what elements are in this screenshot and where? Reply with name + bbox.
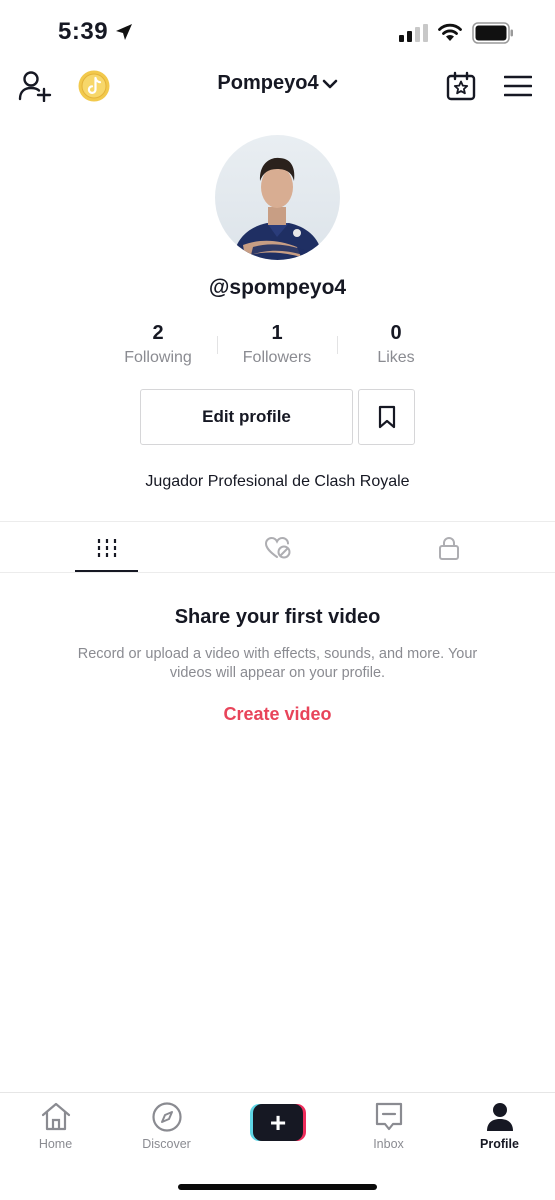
likes-count: 0 <box>390 322 402 344</box>
status-time: 5:39 <box>58 18 109 45</box>
favorites-button[interactable] <box>358 389 415 445</box>
nav-inbox[interactable]: Inbox <box>333 1101 444 1151</box>
nav-discover[interactable]: Discover <box>111 1101 222 1151</box>
followers-label: Followers <box>242 349 312 366</box>
following-count: 2 <box>152 322 164 344</box>
avatar[interactable] <box>215 135 340 260</box>
tab-videos[interactable] <box>14 522 199 573</box>
username-label: Pompeyo4 <box>217 72 319 94</box>
edit-profile-button[interactable]: Edit profile <box>140 389 353 445</box>
nav-profile-label: Profile <box>480 1137 519 1151</box>
nav-home-label: Home <box>38 1137 73 1151</box>
videos-grid-icon <box>97 538 116 557</box>
followers-stat[interactable]: 1 Followers <box>217 322 337 367</box>
empty-state-title: Share your first video <box>174 606 381 628</box>
nav-profile[interactable]: Profile <box>444 1101 555 1151</box>
compass-icon <box>151 1102 182 1132</box>
empty-state-description: Record or upload a video with effects, s… <box>77 646 478 681</box>
likes-label: Likes <box>377 349 415 366</box>
profile-bio: Jugador Profesional de Clash Royale <box>145 473 410 490</box>
content-tabs <box>0 521 555 573</box>
nav-inbox-label: Inbox <box>373 1137 404 1151</box>
calendar-star-icon[interactable] <box>445 70 477 102</box>
following-stat[interactable]: 2 Following <box>98 322 218 367</box>
top-nav: Pompeyo4 <box>0 62 555 112</box>
menu-icon[interactable] <box>504 74 532 98</box>
cellular-signal-icon <box>399 24 428 42</box>
likes-stat[interactable]: 0 Likes <box>336 322 456 367</box>
following-label: Following <box>124 349 192 366</box>
status-bar: 5:39 <box>0 0 555 62</box>
tab-private[interactable] <box>356 522 541 573</box>
nav-home[interactable]: Home <box>0 1101 111 1151</box>
active-tab-indicator <box>75 570 138 572</box>
battery-icon <box>472 22 513 44</box>
create-plus-icon: + <box>253 1104 303 1141</box>
bookmark-icon <box>378 405 395 429</box>
create-button[interactable]: + <box>250 1104 306 1141</box>
wifi-icon <box>438 23 462 41</box>
avatar-photo <box>233 157 323 260</box>
liked-hidden-icon <box>264 536 290 558</box>
location-arrow-icon <box>116 24 132 40</box>
nav-discover-label: Discover <box>142 1137 191 1151</box>
profile-handle: @spompeyo4 <box>208 276 347 299</box>
person-icon <box>486 1103 513 1131</box>
inbox-icon <box>375 1102 402 1131</box>
tab-liked[interactable] <box>185 522 370 573</box>
create-video-link[interactable]: Create video <box>0 704 555 725</box>
followers-count: 1 <box>271 322 283 344</box>
private-lock-icon <box>438 536 459 560</box>
home-icon <box>41 1102 70 1131</box>
chevron-down-icon <box>322 79 337 89</box>
home-indicator <box>178 1184 377 1190</box>
